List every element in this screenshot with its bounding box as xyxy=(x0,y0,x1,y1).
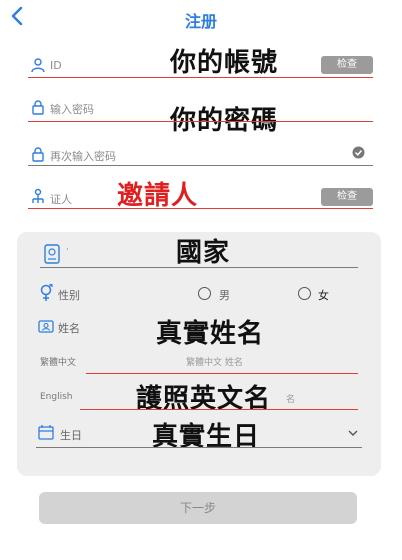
birthday-underline xyxy=(36,447,362,448)
gender-male-label: 男 xyxy=(219,289,230,302)
referrer-input[interactable]: 证人 xyxy=(50,191,72,207)
user-icon xyxy=(31,58,45,73)
password-input[interactable]: 输入密码 xyxy=(50,101,94,117)
gender-female-label: 女 xyxy=(318,289,329,302)
name-label: 姓名 xyxy=(58,322,80,335)
gender-label: 性别 xyxy=(58,289,80,302)
gender-icon xyxy=(40,284,53,301)
chevron-down-icon[interactable] xyxy=(348,429,358,437)
referrer-annotation: 邀請人 xyxy=(117,181,199,211)
traditional-chinese-label: 繁體中文 xyxy=(40,358,77,368)
confirm-password-input[interactable]: 再次输入密码 xyxy=(50,148,116,164)
id-annotation: 你的帳號 xyxy=(170,48,279,78)
country-select[interactable]: · xyxy=(66,245,69,255)
id-card-icon xyxy=(38,320,54,333)
english-label: English xyxy=(40,392,73,402)
id-check-button[interactable]: 检查 xyxy=(321,56,373,74)
calendar-icon xyxy=(38,425,54,440)
passport-icon xyxy=(44,244,60,264)
password-annotation: 你的密碼 xyxy=(170,106,279,136)
birthday-label: 生日 xyxy=(60,429,82,442)
check-circle-icon xyxy=(352,146,365,159)
english-name-input[interactable]: 名 xyxy=(286,392,295,405)
gender-male-radio[interactable] xyxy=(198,287,211,300)
id-input[interactable]: ID xyxy=(50,59,62,72)
id-underline xyxy=(28,77,373,78)
country-underline xyxy=(40,267,358,268)
traditional-name-underline xyxy=(86,373,358,374)
confirm-underline xyxy=(28,165,373,166)
gender-female-radio[interactable] xyxy=(298,287,311,300)
country-annotation: 國家 xyxy=(176,238,231,268)
referrer-check-button[interactable]: 检查 xyxy=(321,188,373,206)
referrer-underline xyxy=(28,208,373,209)
lock-icon xyxy=(32,147,44,162)
referrer-icon xyxy=(32,188,44,203)
lock-icon xyxy=(32,100,44,115)
name-annotation: 真實姓名 xyxy=(156,319,265,349)
password-underline xyxy=(28,121,373,122)
english-name-underline xyxy=(80,409,358,410)
next-step-button[interactable]: 下一步 xyxy=(39,492,357,524)
traditional-name-input[interactable]: 繁體中文 姓名 xyxy=(186,355,243,368)
page-title: 注册 xyxy=(184,12,217,31)
